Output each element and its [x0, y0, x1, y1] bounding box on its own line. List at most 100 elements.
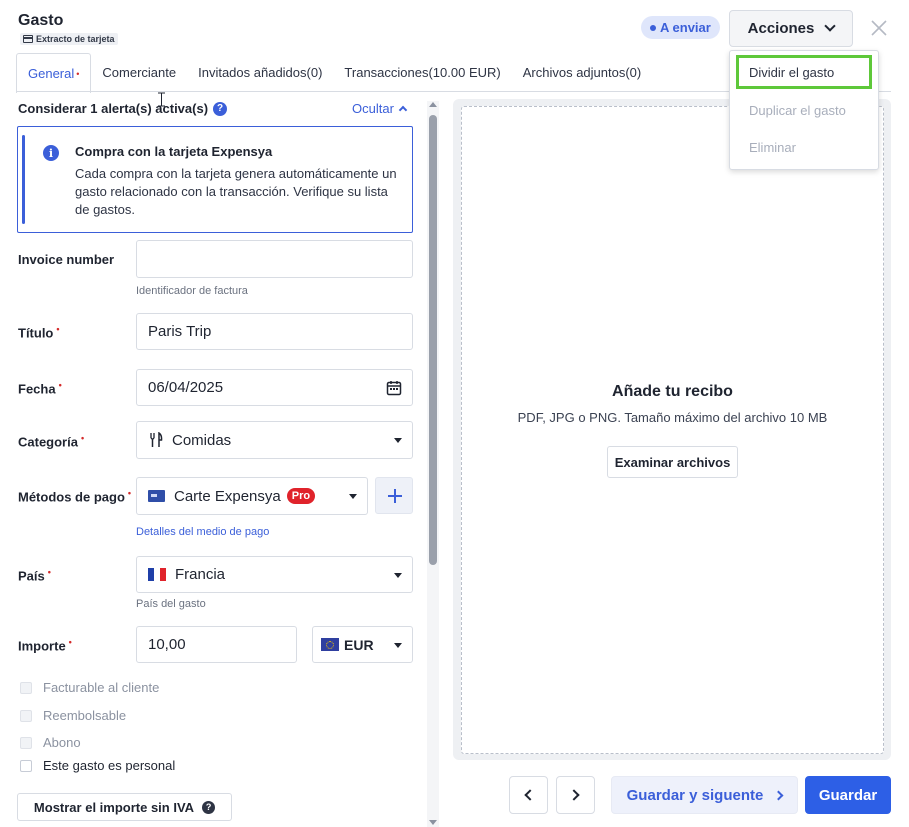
- billable-label: Facturable al cliente: [43, 680, 160, 695]
- required-marker: •: [56, 324, 60, 334]
- chevron-down-icon: [824, 20, 837, 32]
- tab-general-label: General: [28, 66, 75, 81]
- category-label-text: Categoría: [18, 434, 78, 450]
- date-input[interactable]: 06/04/2025: [136, 369, 413, 406]
- title-input[interactable]: Paris Trip: [136, 313, 413, 350]
- required-marker: •: [127, 488, 132, 498]
- text-cursor-icon: [158, 92, 165, 107]
- dropdown-caret-icon: [394, 438, 402, 443]
- scroll-down-arrow-icon[interactable]: [429, 820, 437, 825]
- credit-note-label: Abono: [43, 735, 81, 750]
- close-icon[interactable]: [868, 17, 890, 39]
- payment-method-label: Métodos de pago •: [18, 488, 131, 504]
- personal-expense-label: Este gasto es personal: [43, 758, 176, 773]
- category-label: Categoría •: [18, 433, 84, 449]
- country-select[interactable]: Francia: [136, 556, 413, 593]
- form-scrollbar-thumb[interactable]: [429, 115, 437, 565]
- show-amount-without-vat-button[interactable]: Mostrar el importe sin IVA ?: [17, 793, 232, 821]
- invoice-number-input[interactable]: [136, 240, 413, 278]
- required-marker: •: [68, 637, 72, 647]
- receipt-title: Añade tu recibo: [612, 383, 733, 400]
- status-badge: A enviar: [641, 16, 720, 39]
- category-select[interactable]: Comidas: [136, 421, 413, 459]
- alert-box: i Compra con la tarjeta Expensya Cada co…: [17, 126, 413, 233]
- info-icon: i: [43, 145, 59, 161]
- menu-item-split-expense[interactable]: Dividir el gasto: [736, 55, 872, 89]
- billable-checkbox-row[interactable]: Facturable al cliente: [20, 680, 159, 695]
- receipt-dropzone[interactable]: [461, 106, 884, 754]
- personal-expense-checkbox[interactable]: [20, 759, 32, 772]
- next-expense-button[interactable]: [556, 776, 595, 814]
- reimbursable-checkbox-row[interactable]: Reembolsable: [20, 708, 126, 723]
- show-amount-without-vat-label: Mostrar el importe sin IVA: [33, 799, 195, 815]
- tab-guests[interactable]: Invitados añadidos(0): [187, 53, 333, 92]
- payment-method-value: Carte Expensya: [174, 487, 281, 505]
- category-value: Comidas: [172, 431, 232, 449]
- payment-method-select[interactable]: Carte Expensya Pro: [136, 477, 368, 515]
- save-and-next-button[interactable]: Guardar y siguente: [611, 776, 798, 814]
- country-hint: País del gasto: [136, 598, 206, 610]
- credit-note-checkbox-row[interactable]: Abono: [20, 735, 81, 750]
- tab-merchant[interactable]: Comerciante: [91, 53, 187, 92]
- payment-details-link[interactable]: Detalles del medio de pago: [136, 526, 269, 538]
- tab-general[interactable]: General •: [16, 53, 92, 93]
- france-flag-icon: [148, 568, 166, 581]
- actions-button[interactable]: Acciones: [729, 10, 853, 47]
- date-label: Fecha •: [18, 380, 62, 396]
- dropdown-caret-icon: [394, 642, 402, 648]
- alerts-heading-label: Considerar 1 alerta(s) activa(s): [18, 101, 209, 116]
- reimbursable-checkbox[interactable]: [20, 709, 32, 722]
- invoice-number-hint: Identificador de factura: [136, 285, 248, 297]
- dropdown-caret-icon: [394, 572, 402, 578]
- help-icon: ?: [202, 800, 216, 814]
- required-marker: •: [80, 433, 85, 443]
- alert-text: Cada compra con la tarjeta genera automá…: [75, 166, 397, 217]
- title-label-text: Título: [18, 325, 54, 341]
- required-marker: •: [76, 68, 80, 79]
- help-icon[interactable]: ?: [213, 101, 228, 116]
- hide-alerts-link[interactable]: Ocultar: [352, 101, 408, 116]
- personal-expense-checkbox-row[interactable]: Este gasto es personal: [20, 758, 175, 773]
- cutlery-icon: [150, 432, 163, 447]
- browse-files-button[interactable]: Examinar archivos: [607, 446, 738, 478]
- alert-title: Compra con la tarjeta Expensya: [75, 144, 273, 159]
- chevron-right-icon: [773, 790, 784, 800]
- add-payment-method-button[interactable]: [375, 477, 413, 514]
- invoice-number-label-text: Invoice number: [18, 252, 115, 267]
- amount-input[interactable]: 10,00: [136, 626, 297, 663]
- expense-source-label: Extracto de tarjeta: [36, 34, 115, 44]
- chevron-up-icon: [398, 105, 408, 115]
- hide-alerts-label: Ocultar: [352, 101, 394, 116]
- credit-note-checkbox[interactable]: [20, 736, 32, 749]
- scroll-up-arrow-icon[interactable]: [429, 102, 437, 107]
- amount-label-text: Importe: [18, 638, 66, 654]
- required-marker: •: [58, 380, 62, 390]
- chevron-left-icon: [524, 789, 536, 801]
- tab-transactions[interactable]: Transacciones(10.00 EUR): [333, 53, 511, 92]
- status-dot-icon: [650, 24, 656, 31]
- alerts-heading: Considerar 1 alerta(s) activa(s) ?: [18, 101, 228, 116]
- menu-item-delete-expense[interactable]: Eliminar: [730, 130, 878, 164]
- billable-checkbox[interactable]: [20, 681, 32, 694]
- actions-label: Acciones: [747, 20, 815, 37]
- invoice-number-label: Invoice number: [18, 252, 114, 267]
- receipt-subtitle: PDF, JPG o PNG. Tamaño máximo del archiv…: [517, 410, 828, 425]
- title-label: Título •: [18, 324, 60, 340]
- previous-expense-button[interactable]: [509, 776, 548, 814]
- amount-label: Importe •: [18, 637, 72, 653]
- date-label-text: Fecha: [18, 381, 56, 397]
- credit-card-icon: [23, 35, 33, 43]
- save-button[interactable]: Guardar: [805, 776, 891, 814]
- payment-method-label-text: Métodos de pago: [18, 489, 125, 505]
- required-marker: •: [47, 567, 51, 577]
- country-label: País •: [18, 567, 51, 583]
- reimbursable-label: Reembolsable: [43, 708, 127, 723]
- actions-menu: Dividir el gasto Duplicar el gasto Elimi…: [729, 50, 879, 170]
- dropdown-caret-icon: [349, 494, 357, 499]
- calendar-icon[interactable]: [386, 380, 402, 396]
- currency-select[interactable]: EUR: [312, 626, 413, 663]
- menu-item-duplicate-expense[interactable]: Duplicar el gasto: [730, 93, 878, 127]
- tab-bar: General • Comerciante Invitados añadidos…: [16, 53, 653, 93]
- tab-attachments[interactable]: Archivos adjuntos(0): [512, 53, 653, 92]
- alert-accent-bar: [22, 135, 25, 224]
